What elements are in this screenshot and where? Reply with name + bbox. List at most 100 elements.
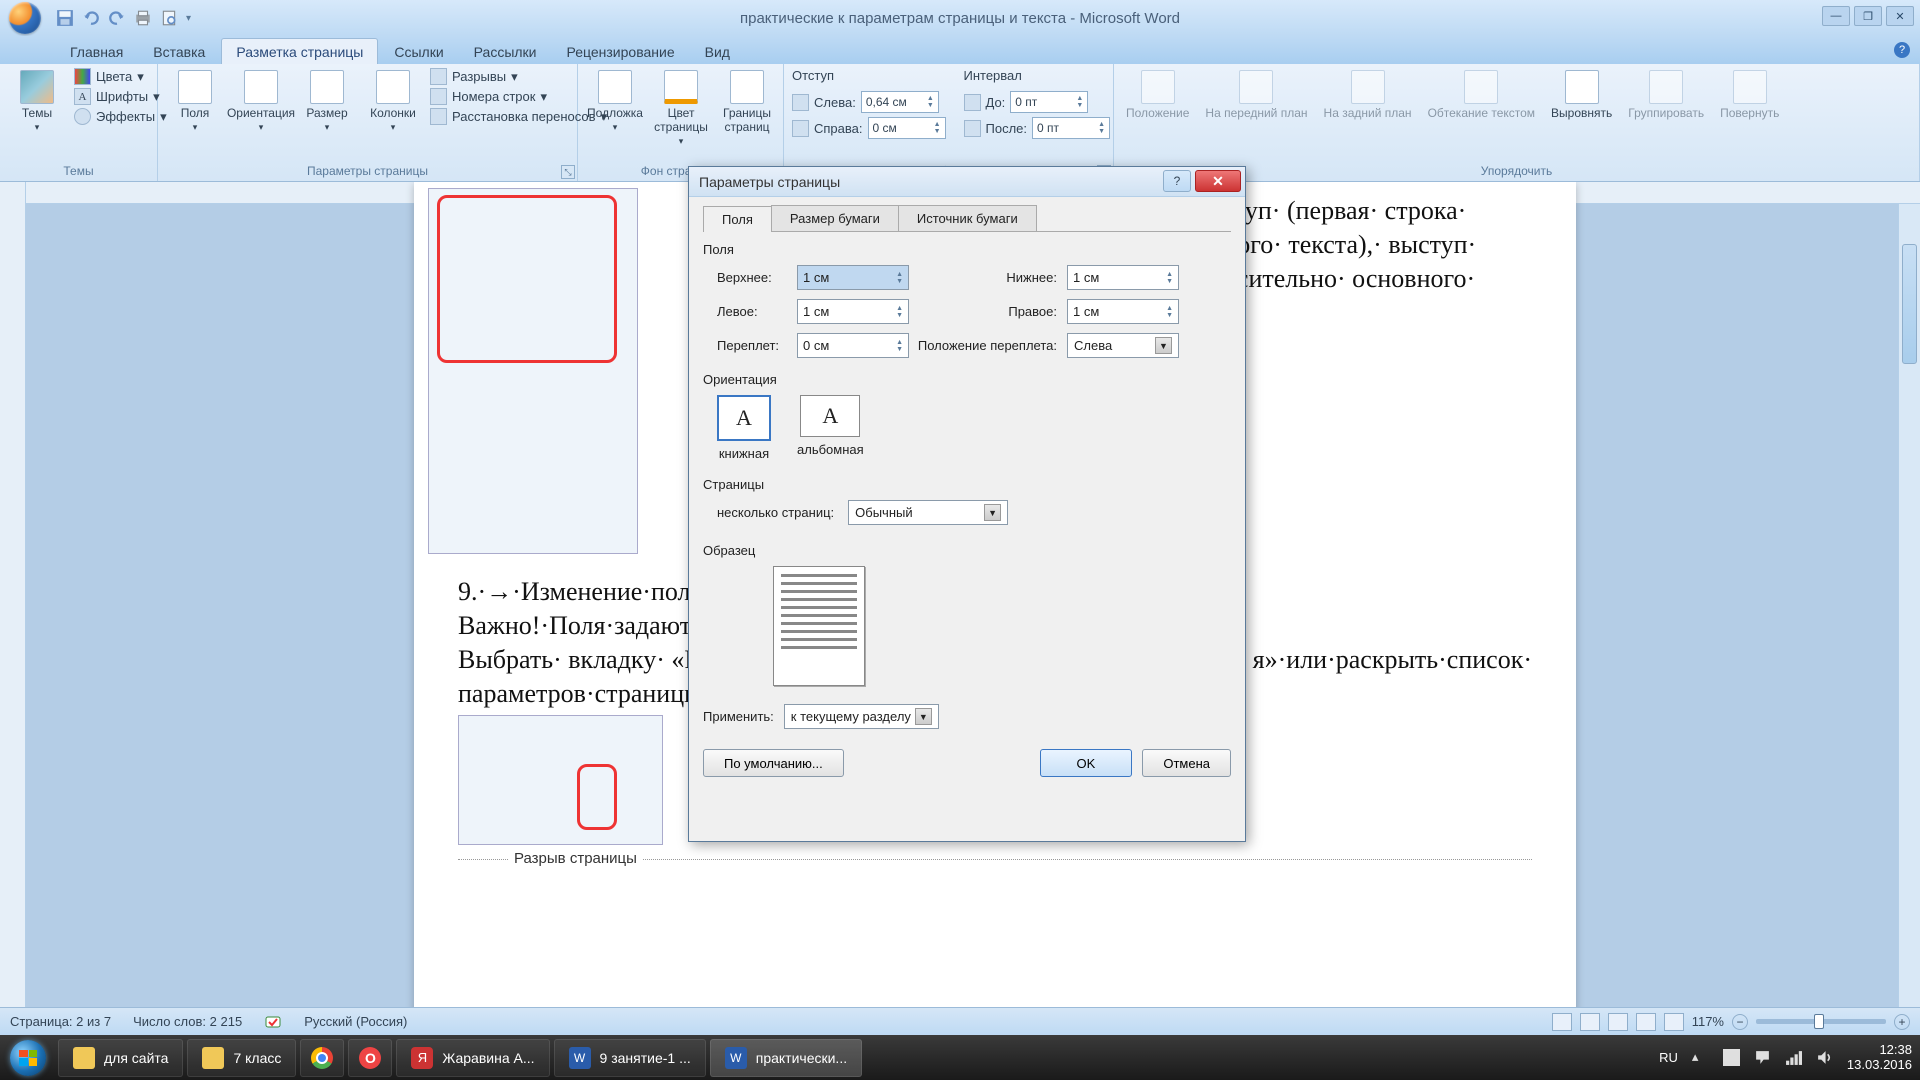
orientation-button[interactable]: Ориентация▾ [232, 68, 290, 135]
orientation-portrait[interactable]: Aкнижная [717, 395, 771, 461]
qat-more-icon[interactable]: ▾ [186, 13, 191, 24]
tab-review[interactable]: Рецензирование [553, 39, 689, 64]
taskbar-item[interactable]: ЯЖаравина А... [396, 1039, 549, 1077]
save-icon[interactable] [56, 9, 74, 27]
tab-paper-source[interactable]: Источник бумаги [898, 205, 1037, 231]
group-button[interactable]: Группировать [1624, 68, 1708, 122]
theme-colors[interactable]: Цвета ▾ [74, 68, 167, 85]
dialog-close-button[interactable]: ✕ [1195, 170, 1241, 192]
multi-pages-combo[interactable]: Обычный▼ [848, 500, 1008, 525]
preview-icon[interactable] [160, 9, 178, 27]
volume-icon[interactable] [1816, 1049, 1833, 1066]
rotate-icon [1733, 70, 1767, 104]
tab-mailings[interactable]: Рассылки [460, 39, 551, 64]
margins-button[interactable]: Поля▾ [166, 68, 224, 135]
tab-home[interactable]: Главная [56, 39, 137, 64]
view-print-layout[interactable] [1552, 1013, 1572, 1031]
status-page[interactable]: Страница: 2 из 7 [10, 1014, 111, 1029]
taskbar-item[interactable]: для сайта [58, 1039, 183, 1077]
size-button[interactable]: Размер▾ [298, 68, 356, 135]
action-center-icon[interactable] [1754, 1049, 1771, 1066]
tray-up-icon[interactable]: ▴ [1692, 1049, 1709, 1066]
flag-icon[interactable] [1723, 1049, 1740, 1066]
page-borders-icon [730, 70, 764, 104]
taskbar-item[interactable]: Wпрактически... [710, 1039, 862, 1077]
tray-language[interactable]: RU [1659, 1050, 1678, 1065]
default-button[interactable]: По умолчанию... [703, 749, 844, 777]
status-words[interactable]: Число слов: 2 215 [133, 1014, 242, 1029]
quickprint-icon[interactable] [134, 9, 152, 27]
dialog-tabs: Поля Размер бумаги Источник бумаги [703, 205, 1231, 232]
view-full-reading[interactable] [1580, 1013, 1600, 1031]
zoom-value[interactable]: 117% [1692, 1014, 1724, 1029]
text-wrap-button[interactable]: Обтекание текстом [1424, 68, 1539, 122]
taskbar-item-chrome[interactable] [300, 1039, 344, 1077]
restore-button[interactable]: ❐ [1854, 6, 1882, 26]
vertical-ruler[interactable] [0, 182, 26, 1048]
theme-effects[interactable]: Эффекты ▾ [74, 108, 167, 125]
bring-front-button[interactable]: На передний план [1201, 68, 1311, 122]
indent-left-input[interactable]: 0,64 см▲▼ [861, 91, 939, 113]
apply-to-combo[interactable]: к текущему разделу▼ [784, 704, 939, 729]
tab-fields[interactable]: Поля [703, 206, 772, 232]
vertical-scrollbar[interactable] [1898, 204, 1920, 1048]
ok-button[interactable]: OK [1040, 749, 1133, 777]
position-button[interactable]: Положение [1122, 68, 1193, 122]
zoom-out-button[interactable]: − [1732, 1014, 1748, 1030]
zoom-thumb[interactable] [1814, 1014, 1824, 1029]
taskbar-item[interactable]: 7 класс [187, 1039, 296, 1077]
tab-paper-size[interactable]: Размер бумаги [771, 205, 899, 231]
page-setup-launcher[interactable]: ⤡ [561, 165, 575, 179]
watermark-button[interactable]: Подложка▾ [586, 68, 644, 135]
dialog-help-button[interactable]: ? [1163, 170, 1191, 192]
view-outline[interactable] [1636, 1013, 1656, 1031]
right-margin-input[interactable]: 1 см▲▼ [1067, 299, 1179, 324]
office-button[interactable] [0, 0, 50, 36]
undo-icon[interactable] [82, 9, 100, 27]
tab-page-layout[interactable]: Разметка страницы [221, 38, 378, 64]
align-button[interactable]: Выровнять [1547, 68, 1616, 122]
zoom-in-button[interactable]: + [1894, 1014, 1910, 1030]
theme-fonts[interactable]: AШрифты ▾ [74, 88, 167, 105]
tab-references[interactable]: Ссылки [380, 39, 457, 64]
zoom-slider[interactable] [1756, 1019, 1886, 1024]
taskbar-item[interactable]: W9 занятие-1 ... [554, 1039, 706, 1077]
tab-view[interactable]: Вид [691, 39, 744, 64]
bottom-margin-label: Нижнее: [917, 270, 1067, 285]
tray-clock[interactable]: 12:38 13.03.2016 [1847, 1043, 1912, 1073]
gutter-pos-combo[interactable]: Слева▼ [1067, 333, 1179, 358]
page-color-button[interactable]: Цвет страницы▾ [652, 68, 710, 149]
embedded-screenshot-2 [458, 715, 663, 845]
columns-button[interactable]: Колонки▾ [364, 68, 422, 135]
breaks-icon [430, 68, 447, 85]
send-back-button[interactable]: На задний план [1320, 68, 1416, 122]
view-web[interactable] [1608, 1013, 1628, 1031]
left-margin-input[interactable]: 1 см▲▼ [797, 299, 909, 324]
minimize-button[interactable]: — [1822, 6, 1850, 26]
network-icon[interactable] [1785, 1049, 1802, 1066]
gutter-input[interactable]: 0 см▲▼ [797, 333, 909, 358]
view-draft[interactable] [1664, 1013, 1684, 1031]
space-before-input[interactable]: 0 пт▲▼ [1010, 91, 1088, 113]
status-language[interactable]: Русский (Россия) [304, 1014, 407, 1029]
rotate-button[interactable]: Повернуть [1716, 68, 1783, 122]
page-borders-button[interactable]: Границы страниц [718, 68, 776, 136]
taskbar-item-opera[interactable]: O [348, 1039, 392, 1077]
cancel-button[interactable]: Отмена [1142, 749, 1231, 777]
dialog-titlebar[interactable]: Параметры страницы ? ✕ [689, 167, 1245, 197]
status-proof-icon[interactable] [264, 1013, 282, 1031]
scroll-thumb[interactable] [1902, 244, 1917, 364]
indent-right-input[interactable]: 0 см▲▼ [868, 117, 946, 139]
bottom-margin-input[interactable]: 1 см▲▼ [1067, 265, 1179, 290]
themes-button[interactable]: Темы ▾ [8, 68, 66, 135]
redo-icon[interactable] [108, 9, 126, 27]
space-after-input[interactable]: 0 пт▲▼ [1032, 117, 1110, 139]
ribbon-tabs: Главная Вставка Разметка страницы Ссылки… [0, 36, 1920, 64]
close-button[interactable]: ✕ [1886, 6, 1914, 26]
orientation-landscape[interactable]: Aальбомная [797, 395, 864, 461]
folder-icon [202, 1047, 224, 1069]
help-button[interactable]: ? [1894, 42, 1910, 58]
start-button[interactable] [0, 1035, 56, 1080]
tab-insert[interactable]: Вставка [139, 39, 219, 64]
top-margin-input[interactable]: 1 см▲▼ [797, 265, 909, 290]
